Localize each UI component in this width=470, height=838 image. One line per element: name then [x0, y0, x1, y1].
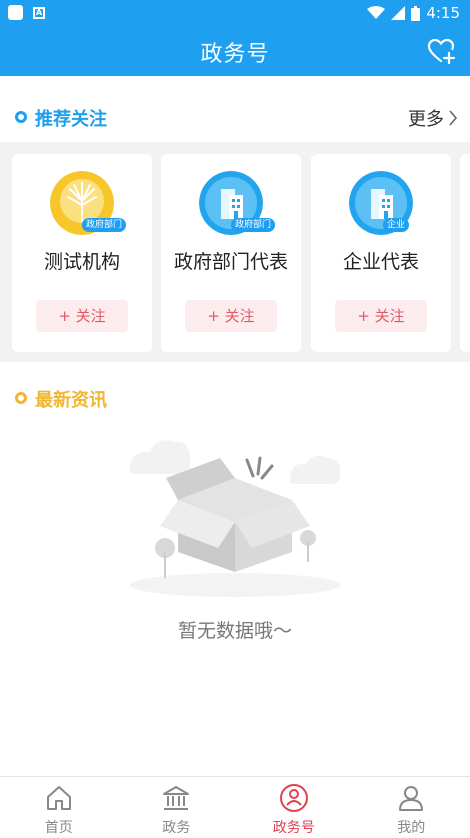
chevron-right-icon	[449, 110, 458, 126]
signal-icon	[391, 6, 406, 20]
section-dot-icon	[15, 392, 27, 404]
user-icon	[399, 786, 424, 811]
battery-icon	[411, 5, 421, 21]
card-name: 企业代表	[342, 251, 419, 273]
nav-label: 我的	[397, 820, 426, 836]
home-icon	[46, 786, 71, 810]
wifi-icon	[367, 6, 386, 19]
nav-item-gov-account[interactable]: 政务号	[235, 777, 353, 838]
nav-label: 首页	[44, 820, 73, 836]
more-link[interactable]: 更多	[408, 105, 458, 131]
card-tag: 政府部门	[82, 218, 127, 232]
next-card-peek	[460, 154, 470, 352]
notification-icon	[8, 5, 23, 20]
recommend-list: 政府部门 测试机构 + 关注 政府部门 政府部门代表 + 关注 企业 企业代表	[0, 142, 470, 362]
nav-item-government[interactable]: 政务	[118, 777, 236, 838]
nav-label: 政务	[162, 820, 191, 836]
org-card[interactable]: 政府部门 政府部门代表 + 关注	[161, 154, 301, 352]
section-dot-icon	[15, 111, 27, 123]
card-tag: 政府部门	[231, 218, 276, 232]
follow-button[interactable]: + 关注	[335, 300, 427, 332]
page-title: 政务号	[200, 42, 270, 67]
government-icon	[163, 786, 190, 810]
heart-plus-icon[interactable]	[426, 36, 456, 66]
status-time: 4:15	[426, 4, 460, 22]
status-bar: A 4:15	[0, 0, 470, 26]
news-header: 最新资讯	[0, 377, 470, 419]
card-tag: 企业	[383, 218, 410, 232]
app-a-icon: A	[33, 6, 45, 19]
app-header: 政务号	[0, 26, 470, 76]
follow-button[interactable]: + 关注	[185, 300, 277, 332]
more-label: 更多	[408, 109, 444, 130]
org-card[interactable]: 企业 企业代表 + 关注	[311, 154, 451, 352]
nav-label: 政务号	[272, 820, 315, 836]
follow-button[interactable]: + 关注	[36, 300, 128, 332]
empty-state-text: 暂无数据哦～	[177, 620, 292, 642]
empty-box-icon	[129, 440, 341, 597]
card-name: 政府部门代表	[173, 251, 288, 273]
nav-item-mine[interactable]: 我的	[353, 777, 470, 838]
news-title: 最新资讯	[35, 390, 107, 411]
recommend-title: 推荐关注	[35, 109, 107, 130]
gov-account-icon	[279, 784, 308, 812]
nav-item-home[interactable]: 首页	[0, 777, 118, 838]
org-card[interactable]: 政府部门 测试机构 + 关注	[12, 154, 152, 352]
card-name: 测试机构	[43, 251, 120, 273]
recommend-header: 推荐关注 更多	[0, 96, 470, 138]
bottom-nav: 首页 政务 政务号 我的	[0, 776, 470, 838]
